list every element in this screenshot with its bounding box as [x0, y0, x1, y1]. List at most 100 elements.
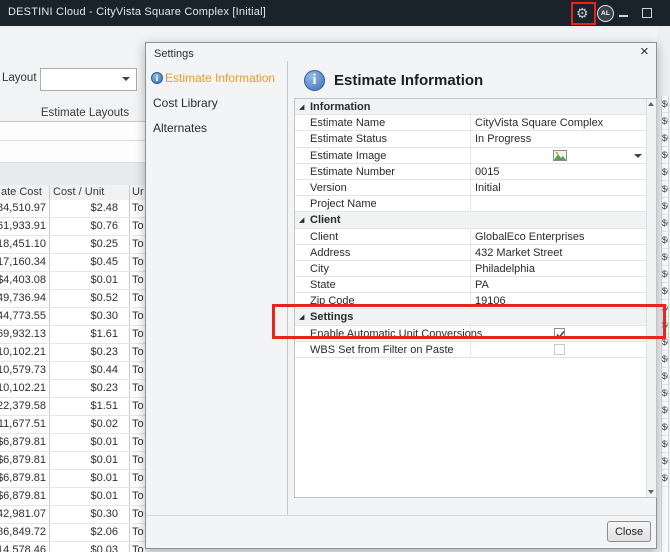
dialog-nav: i Estimate Information Cost Library Alterna… — [146, 67, 287, 142]
cost-table-row[interactable]: 110,102.21 $0.23 To — [0, 380, 145, 398]
cell: $0.01 — [90, 489, 118, 502]
sidebar-item-estimate-information[interactable]: i Estimate Information — [146, 67, 287, 92]
grid-row-estimate-number: Estimate Number 0015 — [295, 163, 647, 180]
cost-table-row[interactable]: 142,981.07 $0.30 To — [0, 506, 145, 524]
cost-table-row[interactable]: $6,879.81 $0.01 To — [0, 470, 145, 488]
chevron-down-icon — [122, 77, 130, 81]
cell: 217,160.34 — [0, 255, 46, 268]
cell: 249,736.94 — [0, 291, 46, 304]
maximize-button[interactable] — [642, 8, 652, 18]
property-value[interactable]: CityVista Square Complex — [475, 117, 603, 129]
cell: $1.51 — [90, 399, 118, 412]
property-label: State — [310, 279, 336, 292]
close-button[interactable]: Close — [607, 521, 651, 542]
layout-label: Layout — [2, 72, 37, 84]
red-highlight-settings-section — [272, 304, 666, 339]
cost-table-row[interactable]: 361,933.91 $0.76 To — [0, 218, 145, 236]
cost-table-row[interactable]: $11,677.51 $0.02 To — [0, 416, 145, 434]
grid-row-estimate-image: Estimate Image — [295, 147, 647, 164]
grid-scrollbar[interactable] — [646, 99, 656, 497]
sidebar-item-cost-library[interactable]: Cost Library — [146, 92, 287, 117]
property-value[interactable]: In Progress — [475, 133, 531, 145]
clipped-cell-fragment: $6 — [662, 402, 668, 419]
cost-table-row[interactable]: 210,579.73 $0.44 To — [0, 362, 145, 380]
property-label: City — [310, 262, 329, 275]
cell: To — [132, 381, 144, 394]
clipped-cell-fragment: $6 — [662, 351, 668, 368]
grid-row-client: Client GlobalEco Enterprises — [295, 228, 647, 245]
cost-table-row[interactable]: 217,160.34 $0.45 To — [0, 254, 145, 272]
grid-row-city: City Philadelphia — [295, 260, 647, 278]
cell: To — [132, 453, 144, 466]
sidebar-item-label: Estimate Information — [165, 71, 276, 85]
cost-table-row[interactable]: $6,879.81 $0.01 To — [0, 452, 145, 470]
cell: To — [132, 291, 144, 304]
cell: $6,879.81 — [0, 471, 46, 484]
clipped-cell-fragment: $6 — [662, 181, 668, 198]
cell: $4,403.08 — [0, 273, 46, 286]
cell: $1.61 — [90, 327, 118, 340]
cell: 118,451.10 — [0, 237, 46, 250]
cost-table-row[interactable]: $6,879.81 $0.01 To — [0, 434, 145, 452]
cost-table-row[interactable]: 249,736.94 $0.52 To — [0, 290, 145, 308]
clipped-cell-fragment: $6 — [662, 419, 668, 436]
grid-row-estimate-name: Estimate Name CityVista Square Complex — [295, 115, 647, 132]
grid-section-client[interactable]: ◢ Client — [295, 212, 647, 229]
cell: $6,879.81 — [0, 489, 46, 502]
cell: $0.25 — [90, 237, 118, 250]
property-label: Client — [310, 230, 339, 243]
cell: $0.01 — [90, 435, 118, 448]
cost-table-row[interactable]: 118,451.10 $0.25 To — [0, 236, 145, 254]
property-label: Version — [310, 181, 347, 194]
cost-table-row[interactable]: $14,578.46 $0.03 To — [0, 542, 145, 552]
sidebar-item-alternates[interactable]: Alternates — [146, 117, 287, 142]
user-avatar[interactable]: AL — [597, 5, 614, 22]
property-value[interactable]: 0015 — [475, 166, 499, 178]
clipped-cell-fragment: $6 — [662, 130, 668, 147]
cell: 361,933.91 — [0, 219, 46, 232]
property-value[interactable]: Philadelphia — [475, 263, 535, 275]
titlebar: DESTINI Cloud - CityVista Square Complex… — [0, 0, 670, 26]
cell: $0.01 — [90, 453, 118, 466]
cell: To — [132, 273, 144, 286]
checkbox-unchecked[interactable] — [554, 343, 565, 355]
table-gap — [0, 163, 145, 185]
col-header-estimate-cost: ate Cost — [1, 186, 42, 198]
cell: To — [132, 435, 144, 448]
cell: $0.01 — [90, 273, 118, 286]
property-value[interactable]: PA — [475, 279, 489, 291]
cost-table-row[interactable]: $6,879.81 $0.01 To — [0, 488, 145, 506]
scroll-up-icon[interactable] — [648, 102, 654, 106]
cell: To — [132, 363, 144, 376]
expander-icon[interactable]: ◢ — [299, 216, 304, 224]
property-label: Estimate Name — [310, 117, 386, 130]
clipped-cell-fragment: $6 — [662, 232, 668, 249]
property-value[interactable]: GlobalEco Enterprises — [475, 231, 584, 243]
grid-row-address: Address 432 Market Street — [295, 244, 647, 261]
cost-table-header: ate Cost Cost / Unit Ur — [0, 185, 145, 201]
property-value[interactable]: Initial — [475, 182, 501, 194]
cost-table-row[interactable]: 722,379.58 $1.51 To — [0, 398, 145, 416]
expander-icon[interactable]: ◢ — [299, 103, 304, 111]
grid-section-information[interactable]: ◢ Information — [295, 99, 647, 116]
cost-table-row[interactable]: 769,932.13 $1.61 To — [0, 326, 145, 344]
cell: $0.44 — [90, 363, 118, 376]
cell: To — [132, 309, 144, 322]
property-value[interactable]: 432 Market Street — [475, 247, 562, 259]
clipped-cell-fragment: $6 — [662, 385, 668, 402]
dialog-close-icon[interactable]: × — [640, 44, 649, 59]
layout-combobox[interactable] — [40, 68, 137, 91]
cost-table-row[interactable]: 144,773.55 $0.30 To — [0, 308, 145, 326]
scroll-down-icon[interactable] — [648, 490, 654, 494]
sidebar-item-label: Alternates — [153, 121, 208, 135]
cell: 769,932.13 — [0, 327, 46, 340]
minimize-button[interactable] — [619, 15, 628, 17]
chevron-down-icon[interactable] — [634, 153, 642, 158]
cost-table-row[interactable]: 110,102.21 $0.23 To — [0, 344, 145, 362]
cost-table-row[interactable]: 184,510.97 $2.48 To — [0, 200, 145, 218]
cost-table-rows: 184,510.97$2.48To361,933.91$0.76To118,45… — [0, 200, 145, 552]
cost-table-row[interactable]: $4,403.08 $0.01 To — [0, 272, 145, 290]
cell: 722,379.58 — [0, 399, 46, 412]
cost-table-row[interactable]: 986,849.72 $2.06 To — [0, 524, 145, 542]
cell: $0.02 — [90, 417, 118, 430]
